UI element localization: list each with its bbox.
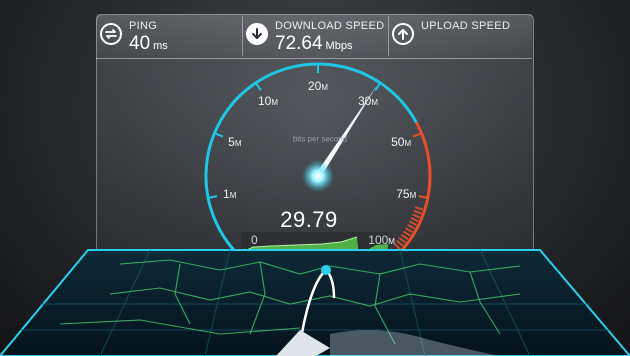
gauge-tick	[207, 195, 218, 199]
server-marker	[321, 265, 331, 275]
gauge-unit-label: bits per second	[292, 134, 348, 144]
gauge-scale-label: 50M	[391, 134, 412, 149]
gauge-scale-label: 5M	[228, 134, 242, 149]
gauge-hub	[302, 160, 334, 192]
map-view	[0, 249, 630, 356]
gauge-scale-label: 20M	[307, 79, 329, 93]
gauge-tick	[254, 82, 262, 91]
gauge-tick	[374, 82, 382, 91]
gauge-tick	[418, 195, 429, 199]
gauge-tick	[412, 132, 422, 138]
gauge-reading: 29.79	[280, 207, 338, 232]
gauge-scale-label: 10M	[257, 94, 278, 109]
gauge-scale-label: 75M	[396, 186, 417, 201]
gauge-scale-label: 30M	[357, 94, 379, 109]
gauge-scale-label: 1M	[223, 186, 237, 201]
gauge-tick	[214, 132, 224, 138]
